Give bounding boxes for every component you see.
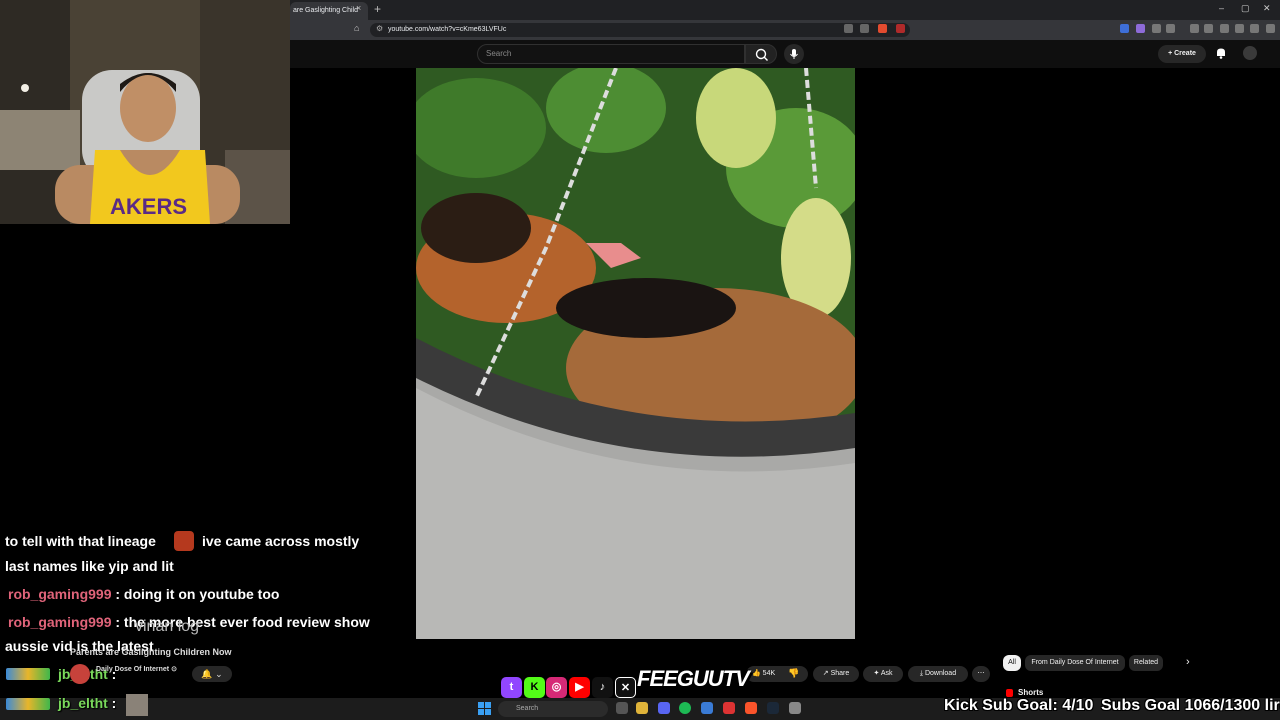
app-icon[interactable]: [701, 702, 713, 714]
video-title: Parents are Gaslighting Children Now: [70, 647, 232, 657]
search-input[interactable]: Search: [477, 44, 745, 64]
extension-icon[interactable]: [1136, 24, 1145, 33]
cast-icon[interactable]: [844, 24, 853, 33]
subs-goal: Subs Goal 1066/1300 lire: [1101, 697, 1280, 714]
task-view-icon[interactable]: [616, 702, 628, 714]
reading-list-icon[interactable]: [1204, 24, 1213, 33]
chat-message: jb_eltht :: [58, 695, 117, 711]
menu-icon[interactable]: [1266, 24, 1275, 33]
tiktok-icon: ♪: [592, 677, 613, 698]
new-tab-button[interactable]: +: [374, 2, 381, 16]
chat-badges: [6, 668, 50, 680]
chat-badges: [6, 698, 50, 710]
svg-text:AKERS: AKERS: [110, 194, 187, 219]
windows-start-icon[interactable]: [478, 702, 491, 715]
chip-related[interactable]: Related: [1129, 655, 1163, 671]
kick-icon: K: [524, 677, 545, 698]
channel-name[interactable]: Daily Dose Of Internet ⊙: [96, 665, 177, 673]
x-icon: ✕: [615, 677, 636, 698]
microphone-icon: [790, 49, 798, 59]
site-info-icon[interactable]: ⚙: [376, 24, 383, 33]
create-label: Create: [1174, 50, 1196, 57]
search-icon: [755, 48, 768, 61]
create-button[interactable]: + Create: [1158, 45, 1206, 63]
media-icon[interactable]: [1190, 24, 1199, 33]
maximize-button[interactable]: ▢: [1241, 3, 1250, 14]
file-explorer-icon[interactable]: [636, 702, 648, 714]
download-button[interactable]: ⤓ Download: [908, 666, 968, 682]
chat-username[interactable]: rob_gaming999: [8, 586, 111, 602]
vpn-icon[interactable]: [1235, 24, 1244, 33]
share-button[interactable]: ↗ Share: [813, 666, 859, 682]
ask-button[interactable]: ✦ Ask: [863, 666, 903, 682]
instagram-icon: ◎: [546, 677, 567, 698]
address-bar[interactable]: youtube.com/watch?v=cKme63LVFUc: [370, 23, 910, 37]
youtube-icon: ▶: [569, 677, 590, 698]
chat-username[interactable]: rob_gaming999: [8, 614, 111, 630]
video-frame-possum-in-pot: [416, 68, 855, 639]
video-player[interactable]: [416, 68, 855, 639]
streamer-brand-logo: FEEGUUTV: [637, 666, 750, 691]
extension-icon[interactable]: [1120, 24, 1129, 33]
webcam-feed: AKERS: [0, 0, 290, 224]
channel-avatar[interactable]: [70, 664, 90, 684]
account-avatar[interactable]: [1243, 46, 1257, 60]
kick-sub-goal: Kick Sub Goal: 4/10: [944, 697, 1094, 714]
brave-browser-icon[interactable]: [745, 702, 757, 714]
settings-icon[interactable]: [789, 702, 801, 714]
shorts-heading: Shorts: [1018, 688, 1044, 697]
profile-icon[interactable]: [1250, 24, 1259, 33]
spotify-icon[interactable]: [679, 702, 691, 714]
chat-message: rob_gaming999 : doing it on youtube too: [8, 586, 280, 602]
chat-emote: [126, 694, 148, 716]
close-window-button[interactable]: ✕: [1263, 3, 1271, 14]
steam-icon[interactable]: [767, 702, 779, 714]
chevron-right-icon[interactable]: ›: [1186, 656, 1190, 668]
extensions-puzzle-icon[interactable]: [1152, 24, 1161, 33]
voice-search-button[interactable]: [784, 44, 804, 64]
sidebar-icon[interactable]: [1166, 24, 1175, 33]
brave-shield-icon[interactable]: [878, 24, 887, 33]
shorts-icon: [1006, 689, 1013, 697]
twitch-icon: t: [501, 677, 522, 698]
share-icon: ↗: [822, 670, 831, 677]
brave-rewards-icon[interactable]: [896, 24, 905, 33]
notifications-bell-icon[interactable]: [1214, 46, 1228, 60]
bookmark-icon[interactable]: ⌂: [354, 23, 359, 33]
caption-overlay: vinan log: [135, 618, 200, 635]
subscription-bell-button[interactable]: 🔔 ⌄: [192, 666, 232, 682]
chat-message: last names like yip and lit: [5, 558, 174, 574]
search-button[interactable]: [745, 44, 777, 64]
chat-message: to tell with that lineage: [5, 533, 156, 549]
thumbs-up-icon: 👍: [752, 670, 763, 677]
chat-username[interactable]: jb_eltht: [58, 695, 108, 711]
sparkle-icon: ✦: [873, 670, 881, 677]
chip-all[interactable]: All: [1003, 655, 1021, 671]
wallet-icon[interactable]: [1220, 24, 1229, 33]
app-icon[interactable]: [723, 702, 735, 714]
close-tab-icon[interactable]: ×: [356, 3, 361, 13]
taskbar-search[interactable]: Search: [498, 701, 608, 717]
discord-icon[interactable]: [658, 702, 670, 714]
minimize-button[interactable]: –: [1219, 3, 1224, 13]
chip-channel[interactable]: From Daily Dose Of Internet: [1025, 655, 1125, 671]
tab-strip: [290, 0, 1280, 20]
thumbs-down-icon[interactable]: 👎: [788, 668, 799, 679]
chat-message: ive came across mostly: [202, 533, 360, 549]
verified-icon: ⊙: [171, 666, 177, 673]
more-actions-button[interactable]: ⋯: [972, 666, 990, 682]
share-page-icon[interactable]: [860, 24, 869, 33]
chat-emote: [174, 531, 194, 551]
